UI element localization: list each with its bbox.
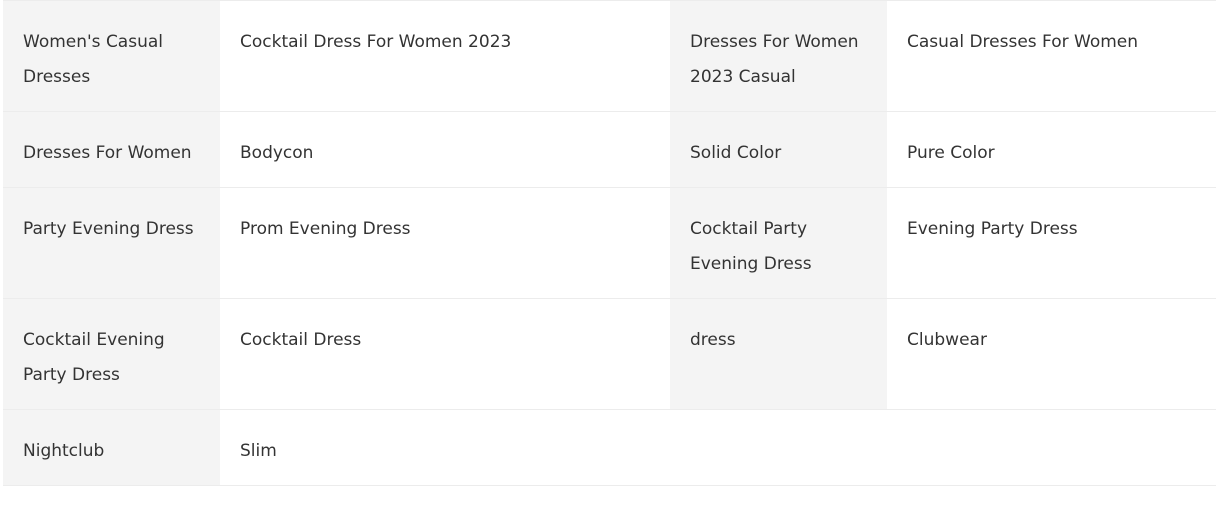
tags-table: Women's Casual Dresses Cocktail Dress Fo… bbox=[3, 0, 1216, 486]
table-cell: Cocktail Evening Party Dress bbox=[3, 298, 220, 410]
table-cell: Casual Dresses For Women bbox=[887, 0, 1216, 112]
table-cell: dress bbox=[670, 298, 887, 410]
table-cell: Slim bbox=[220, 409, 670, 486]
table-cell: Prom Evening Dress bbox=[220, 187, 670, 299]
table-cell: Bodycon bbox=[220, 111, 670, 188]
table-cell: Cocktail Dress bbox=[220, 298, 670, 410]
table-row: Cocktail Evening Party Dress Cocktail Dr… bbox=[3, 298, 1216, 410]
table-cell bbox=[670, 409, 887, 486]
table-row: Dresses For Women Bodycon Solid Color Pu… bbox=[3, 111, 1216, 188]
table-cell: Pure Color bbox=[887, 111, 1216, 188]
table-cell: Clubwear bbox=[887, 298, 1216, 410]
tags-table-container: Women's Casual Dresses Cocktail Dress Fo… bbox=[3, 0, 1216, 486]
table-cell: Evening Party Dress bbox=[887, 187, 1216, 299]
table-row: Nightclub Slim bbox=[3, 409, 1216, 486]
table-cell: Nightclub bbox=[3, 409, 220, 486]
table-cell: Dresses For Women 2023 Casual bbox=[670, 0, 887, 112]
table-cell: Cocktail Party Evening Dress bbox=[670, 187, 887, 299]
table-cell: Women's Casual Dresses bbox=[3, 0, 220, 112]
table-cell: Dresses For Women bbox=[3, 111, 220, 188]
table-cell: Solid Color bbox=[670, 111, 887, 188]
table-row: Party Evening Dress Prom Evening Dress C… bbox=[3, 187, 1216, 299]
table-cell: Party Evening Dress bbox=[3, 187, 220, 299]
table-row: Women's Casual Dresses Cocktail Dress Fo… bbox=[3, 0, 1216, 112]
table-cell: Cocktail Dress For Women 2023 bbox=[220, 0, 670, 112]
table-cell bbox=[887, 409, 1216, 486]
